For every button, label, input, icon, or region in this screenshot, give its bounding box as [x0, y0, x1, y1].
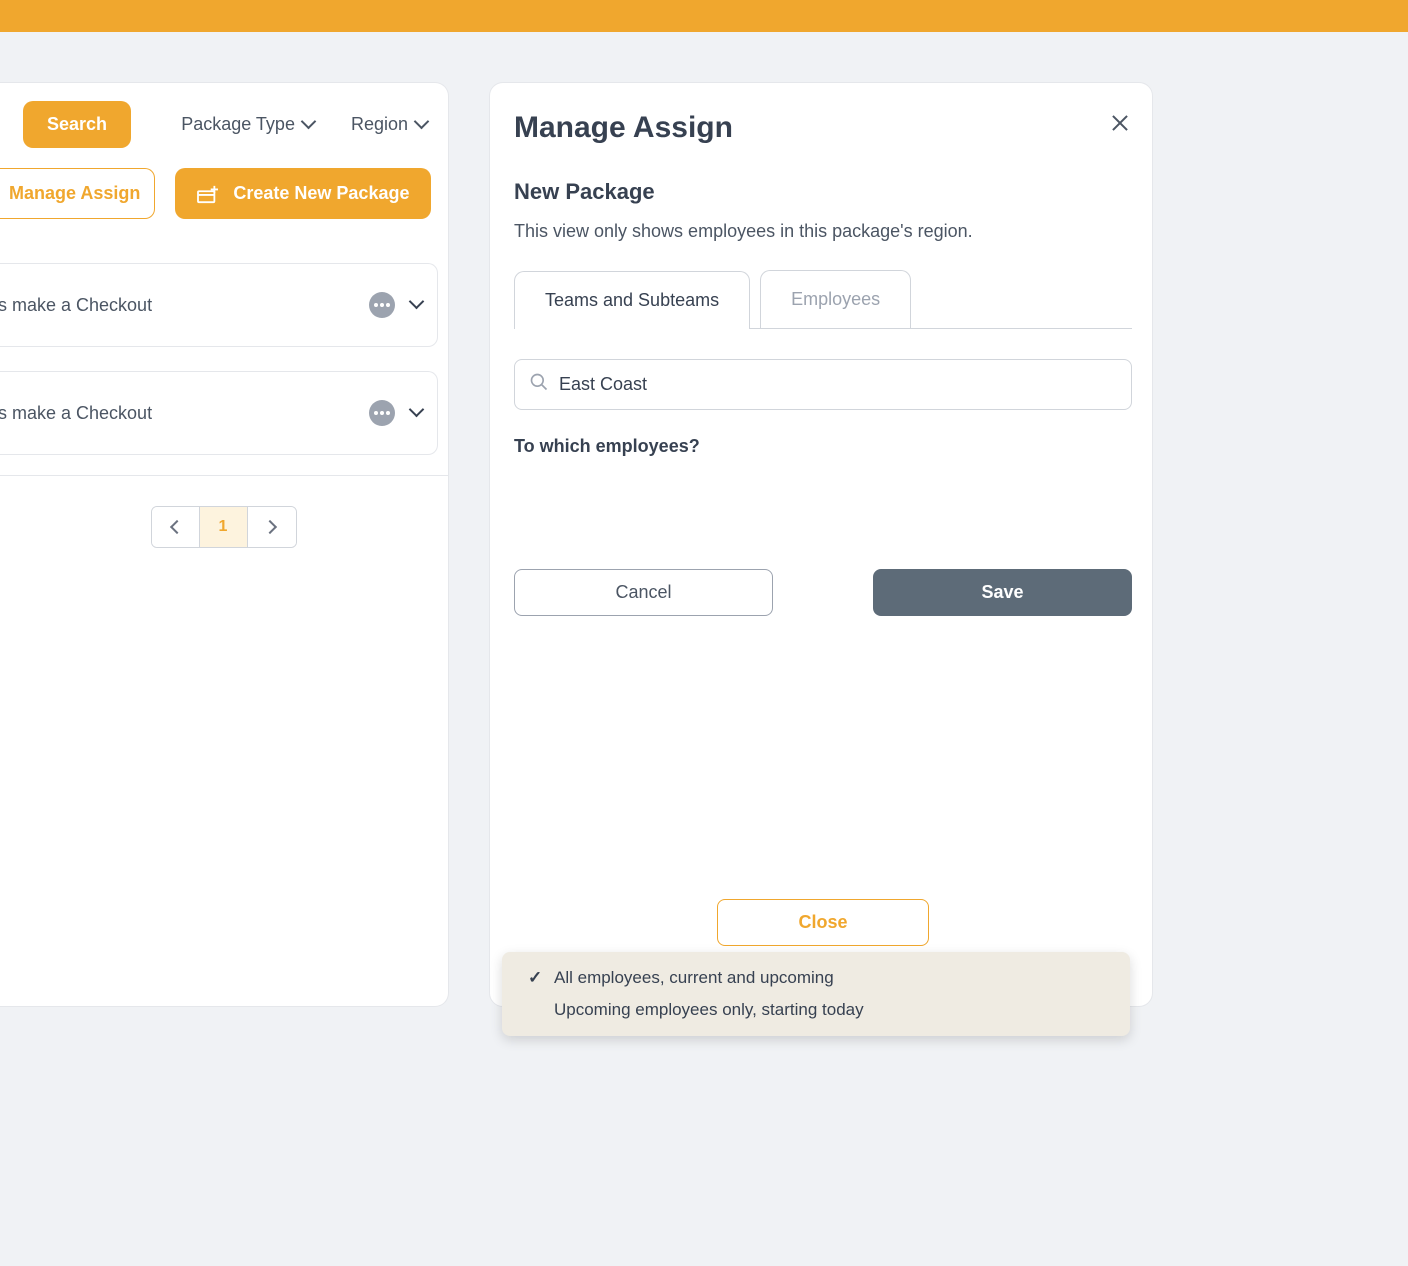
expand-icon[interactable] [411, 298, 425, 312]
close-icon[interactable] [1108, 111, 1132, 135]
employees-question: To which employees? [514, 436, 1132, 457]
panel-description: This view only shows employees in this p… [514, 221, 1132, 242]
employee-scope-dropdown: ✓ All employees, current and upcoming Up… [502, 952, 1130, 1036]
tab-employees[interactable]: Employees [760, 270, 911, 328]
chevron-down-icon [303, 118, 317, 132]
more-menu-button[interactable] [369, 400, 395, 426]
team-search[interactable] [514, 359, 1132, 410]
create-new-package-label: Create New Package [233, 183, 409, 204]
search-icon [529, 372, 549, 397]
check-icon: ✓ [528, 968, 544, 988]
option-upcoming-employees[interactable]: Upcoming employees only, starting today [502, 994, 1130, 1026]
option-all-employees[interactable]: ✓ All employees, current and upcoming [502, 962, 1130, 994]
team-search-input[interactable] [559, 374, 1117, 395]
top-banner [0, 0, 1408, 32]
tab-bar: Teams and Subteams Employees [514, 270, 1132, 329]
expand-icon[interactable] [411, 406, 425, 420]
create-package-icon [197, 184, 219, 204]
more-menu-button[interactable] [369, 292, 395, 318]
pagination: 1 [0, 506, 448, 548]
manage-assign-button[interactable]: Manage Assign [0, 168, 155, 219]
chevron-right-icon [265, 522, 279, 532]
option-all-employees-label: All employees, current and upcoming [554, 968, 834, 988]
pagination-page-current[interactable]: 1 [200, 507, 248, 547]
close-button[interactable]: Close [717, 899, 928, 946]
list-item[interactable]: s make a Checkout [0, 371, 438, 455]
divider [0, 475, 448, 476]
chevron-left-icon [168, 522, 182, 532]
search-button[interactable]: Search [23, 101, 131, 148]
packages-card: Search Package Type Region Manage Assign [0, 82, 449, 1007]
list-item-text: s make a Checkout [0, 295, 369, 316]
pagination-next[interactable] [248, 507, 296, 547]
manage-assign-panel: Manage Assign New Package This view only… [489, 82, 1153, 1007]
panel-title: Manage Assign [514, 111, 733, 145]
save-button[interactable]: Save [873, 569, 1132, 616]
filter-region[interactable]: Region [351, 114, 430, 135]
filter-package-type-label: Package Type [181, 114, 295, 135]
filter-package-type[interactable]: Package Type [181, 114, 317, 135]
option-upcoming-employees-label: Upcoming employees only, starting today [554, 1000, 864, 1020]
pagination-prev[interactable] [152, 507, 200, 547]
panel-subtitle: New Package [514, 179, 1132, 205]
tab-teams[interactable]: Teams and Subteams [514, 271, 750, 329]
create-new-package-button[interactable]: Create New Package [175, 168, 431, 219]
list-item-text: s make a Checkout [0, 403, 369, 424]
filter-region-label: Region [351, 114, 408, 135]
chevron-down-icon [416, 118, 430, 132]
list-item[interactable]: s make a Checkout [0, 263, 438, 347]
cancel-button[interactable]: Cancel [514, 569, 773, 616]
